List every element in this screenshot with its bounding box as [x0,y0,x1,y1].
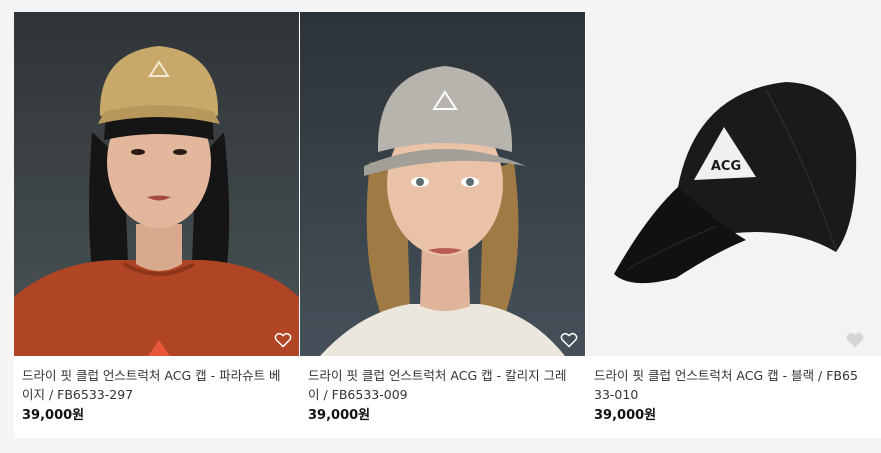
product-card[interactable]: ACG 드라이 핏 클럽 언스트럭처 ACG 캡 - 블랙 / FB6533-0… [586,12,881,438]
black-cap-product-image[interactable]: ACG [586,12,881,356]
heart-icon[interactable] [274,332,292,348]
product-name[interactable]: 드라이 핏 클럽 언스트럭처 ACG 캡 - 칼리지 그레이 / FB6533-… [308,366,576,404]
product-name[interactable]: 드라이 핏 클럽 언스트럭처 ACG 캡 - 파라슈트 베이지 / FB6533… [22,366,290,404]
product-price: 39,000원 [594,408,657,423]
model-wearing-grey-cap-image[interactable] [300,12,585,356]
product-price: 39,000원 [22,408,85,423]
svg-text:ACG: ACG [711,159,741,174]
heart-icon[interactable] [560,332,578,348]
product-price: 39,000원 [308,408,371,423]
model-wearing-beige-cap-image[interactable] [14,12,299,356]
product-name[interactable]: 드라이 핏 클럽 언스트럭처 ACG 캡 - 블랙 / FB6533-010 [594,366,862,404]
product-card[interactable]: 드라이 핏 클럽 언스트럭처 ACG 캡 - 칼리지 그레이 / FB6533-… [300,12,585,438]
product-card[interactable]: 드라이 핏 클럽 언스트럭처 ACG 캡 - 파라슈트 베이지 / FB6533… [14,12,299,438]
heart-icon[interactable] [846,332,864,348]
product-grid: 드라이 핏 클럽 언스트럭처 ACG 캡 - 파라슈트 베이지 / FB6533… [14,12,881,438]
